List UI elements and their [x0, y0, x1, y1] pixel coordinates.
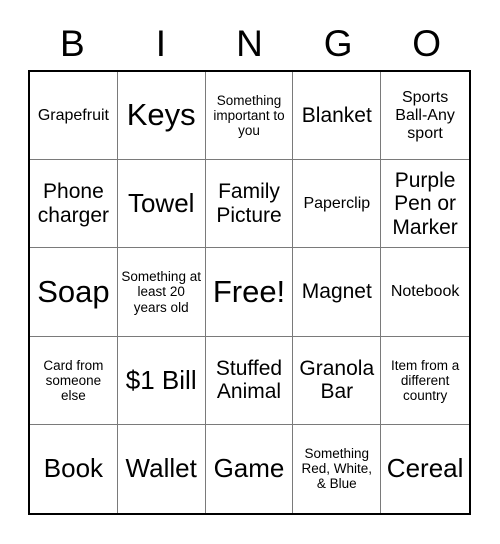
bingo-cell-r4c4[interactable]: Granola Bar — [293, 336, 382, 425]
bingo-cell-r2c3[interactable]: Family Picture — [205, 160, 294, 249]
bingo-card: B I N G O Grapefruit Keys Something impo… — [0, 0, 500, 544]
bingo-cell-r4c5[interactable]: Item from a different country — [381, 336, 469, 425]
bingo-header-letter-b: B — [59, 22, 85, 64]
bingo-grid: Grapefruit Keys Something important to y… — [28, 70, 471, 515]
bingo-cell-r5c5[interactable]: Cereal — [381, 424, 469, 513]
bingo-cell-r3c5[interactable]: Notebook — [381, 248, 469, 337]
bingo-header-row: B I N G O — [28, 18, 471, 68]
bingo-cell-r3c1[interactable]: Soap — [30, 248, 118, 337]
bingo-cell-r4c3[interactable]: Stuffed Animal — [205, 336, 294, 425]
bingo-header-letter-g: G — [323, 22, 353, 64]
bingo-header-letter-n: N — [236, 22, 263, 64]
bingo-cell-r1c5[interactable]: Sports Ball-Any sport — [381, 72, 469, 161]
bingo-cell-r5c3[interactable]: Game — [205, 424, 294, 513]
bingo-cell-r2c2[interactable]: Towel — [117, 160, 206, 249]
bingo-cell-r3c4[interactable]: Magnet — [293, 248, 382, 337]
bingo-cell-r5c4[interactable]: Something Red, White, & Blue — [293, 424, 382, 513]
bingo-cell-free-space[interactable]: Free! — [205, 248, 294, 337]
bingo-cell-r1c4[interactable]: Blanket — [293, 72, 382, 161]
bingo-cell-r1c2[interactable]: Keys — [117, 72, 206, 161]
bingo-cell-r1c3[interactable]: Something important to you — [205, 72, 294, 161]
bingo-cell-r2c4[interactable]: Paperclip — [293, 160, 382, 249]
bingo-cell-r4c1[interactable]: Card from someone else — [30, 336, 118, 425]
bingo-header-letter-i: I — [155, 22, 167, 64]
bingo-cell-r5c1[interactable]: Book — [30, 424, 118, 513]
bingo-cell-r3c2[interactable]: Something at least 20 years old — [117, 248, 206, 337]
bingo-cell-r5c2[interactable]: Wallet — [117, 424, 206, 513]
bingo-cell-r2c5[interactable]: Purple Pen or Marker — [381, 160, 469, 249]
bingo-cell-r2c1[interactable]: Phone charger — [30, 160, 118, 249]
bingo-cell-r1c1[interactable]: Grapefruit — [30, 72, 118, 161]
bingo-cell-r4c2[interactable]: $1 Bill — [117, 336, 206, 425]
bingo-header-letter-o: O — [412, 22, 442, 64]
